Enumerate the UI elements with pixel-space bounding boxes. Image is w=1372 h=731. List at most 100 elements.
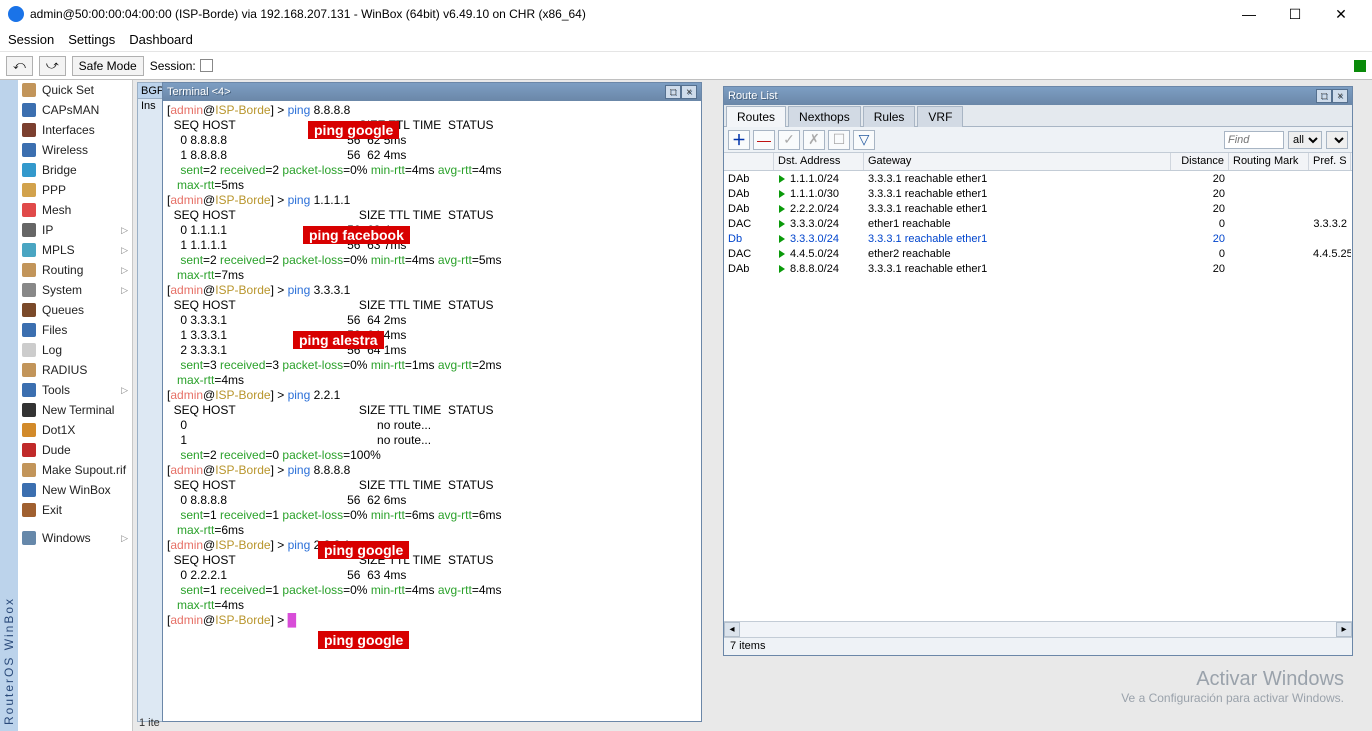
annotation-1: ping google bbox=[308, 121, 399, 139]
session-checkbox[interactable] bbox=[200, 59, 213, 72]
app-icon bbox=[8, 6, 24, 22]
annotation-4: ping google bbox=[318, 541, 409, 559]
nav-item-new-terminal[interactable]: New Terminal bbox=[18, 400, 132, 420]
minimize-button[interactable]: — bbox=[1226, 0, 1272, 28]
nav-icon bbox=[22, 383, 36, 397]
routelist-min-button[interactable]: □ bbox=[1316, 89, 1332, 103]
add-button[interactable]: ＋ bbox=[728, 130, 750, 150]
status-square bbox=[1354, 60, 1366, 72]
nav-item-radius[interactable]: RADIUS bbox=[18, 360, 132, 380]
find-input[interactable] bbox=[1224, 131, 1284, 149]
filter-scope-select[interactable]: ▾ bbox=[1326, 131, 1348, 149]
col-dist[interactable]: Distance bbox=[1171, 153, 1229, 170]
remove-button[interactable]: — bbox=[753, 130, 775, 150]
routelist-close-button[interactable]: × bbox=[1332, 89, 1348, 103]
route-row[interactable]: DAb2.2.2.0/243.3.3.1 reachable ether120 bbox=[724, 201, 1352, 216]
terminal-text[interactable]: [admin@ISP-Borde] > ping 8.8.8.8 SEQ HOS… bbox=[163, 101, 701, 630]
maximize-button[interactable]: ☐ bbox=[1272, 0, 1318, 28]
nav-icon bbox=[22, 103, 36, 117]
nav-item-queues[interactable]: Queues bbox=[18, 300, 132, 320]
nav-item-new-winbox[interactable]: New WinBox bbox=[18, 480, 132, 500]
filter-select[interactable]: all bbox=[1288, 131, 1322, 149]
titlebar: admin@50:00:00:04:00:00 (ISP-Borde) via … bbox=[0, 0, 1372, 28]
undo-button[interactable]: ⤺ bbox=[6, 56, 33, 76]
terminal-body[interactable]: [admin@ISP-Borde] > ping 8.8.8.8 SEQ HOS… bbox=[163, 101, 701, 721]
nav-icon bbox=[22, 143, 36, 157]
safemode-button[interactable]: Safe Mode bbox=[72, 56, 144, 76]
nav-item-windows[interactable]: Windows▷ bbox=[18, 528, 132, 548]
terminal-window[interactable]: Terminal <4> □ × [admin@ISP-Borde] > pin… bbox=[162, 82, 702, 722]
nav-icon bbox=[22, 483, 36, 497]
nav-item-log[interactable]: Log bbox=[18, 340, 132, 360]
menu-settings[interactable]: Settings bbox=[68, 32, 115, 47]
close-button[interactable]: ✕ bbox=[1318, 0, 1364, 28]
col-dst[interactable]: Dst. Address bbox=[774, 153, 864, 170]
scroll-left[interactable]: ◂ bbox=[724, 622, 740, 637]
nav-item-tools[interactable]: Tools▷ bbox=[18, 380, 132, 400]
nav-item-dot1x[interactable]: Dot1X bbox=[18, 420, 132, 440]
filter-button[interactable]: ▽ bbox=[853, 130, 875, 150]
routelist-titlebar[interactable]: Route List □ × bbox=[724, 87, 1352, 105]
nav-icon bbox=[22, 443, 36, 457]
tab-routes[interactable]: Routes bbox=[726, 106, 786, 127]
nav-item-bridge[interactable]: Bridge bbox=[18, 160, 132, 180]
bgp-window-title: BGP bbox=[138, 83, 162, 99]
routelist-tabs: RoutesNexthopsRulesVRF bbox=[724, 105, 1352, 127]
nav-item-dude[interactable]: Dude bbox=[18, 440, 132, 460]
nav-item-mpls[interactable]: MPLS▷ bbox=[18, 240, 132, 260]
nav-item-ip[interactable]: IP▷ bbox=[18, 220, 132, 240]
submenu-arrow-icon: ▷ bbox=[121, 385, 128, 396]
tab-vrf[interactable]: VRF bbox=[917, 106, 963, 127]
session-indicator: Session: bbox=[150, 59, 213, 73]
nav-icon bbox=[22, 243, 36, 257]
route-row[interactable]: DAC3.3.3.0/24ether1 reachable03.3.3.2 bbox=[724, 216, 1352, 231]
nav-item-exit[interactable]: Exit bbox=[18, 500, 132, 520]
route-row[interactable]: Db3.3.3.0/243.3.3.1 reachable ether120 bbox=[724, 231, 1352, 246]
bgp-window[interactable]: BGP Ins bbox=[137, 82, 163, 722]
nav-icon bbox=[22, 531, 36, 545]
route-row[interactable]: DAb1.1.1.0/243.3.3.1 reachable ether120 bbox=[724, 171, 1352, 186]
nav-item-quick-set[interactable]: Quick Set bbox=[18, 80, 132, 100]
terminal-min-button[interactable]: □ bbox=[665, 85, 681, 99]
nav-item-capsman[interactable]: CAPsMAN bbox=[18, 100, 132, 120]
nav-item-routing[interactable]: Routing▷ bbox=[18, 260, 132, 280]
submenu-arrow-icon: ▷ bbox=[121, 533, 128, 544]
enable-button[interactable]: ✓ bbox=[778, 130, 800, 150]
nav-item-wireless[interactable]: Wireless bbox=[18, 140, 132, 160]
nav-item-make-supout-rif[interactable]: Make Supout.rif bbox=[18, 460, 132, 480]
annotation-3: ping alestra bbox=[293, 331, 384, 349]
route-row[interactable]: DAb1.1.1.0/303.3.3.1 reachable ether120 bbox=[724, 186, 1352, 201]
statusbar: 1 ite bbox=[135, 715, 164, 731]
scroll-right[interactable]: ▸ bbox=[1336, 622, 1352, 637]
routelist-grid[interactable]: Dst. Address Gateway Distance Routing Ma… bbox=[724, 153, 1352, 621]
col-gw[interactable]: Gateway bbox=[864, 153, 1171, 170]
nav-icon bbox=[22, 323, 36, 337]
col-rm[interactable]: Routing Mark bbox=[1229, 153, 1309, 170]
col-ps[interactable]: Pref. S bbox=[1309, 153, 1351, 170]
route-row[interactable]: DAb8.8.8.0/243.3.3.1 reachable ether120 bbox=[724, 261, 1352, 276]
routelist-window[interactable]: Route List □ × RoutesNexthopsRulesVRF ＋ … bbox=[723, 86, 1353, 656]
nav-item-mesh[interactable]: Mesh bbox=[18, 200, 132, 220]
routelist-hscroll[interactable]: ◂ ▸ bbox=[724, 621, 1352, 637]
disable-button[interactable]: ✗ bbox=[803, 130, 825, 150]
nav-icon bbox=[22, 303, 36, 317]
terminal-titlebar[interactable]: Terminal <4> □ × bbox=[163, 83, 701, 101]
routelist-toolbar: ＋ — ✓ ✗ ☐ ▽ all ▾ bbox=[724, 127, 1352, 153]
nav-item-interfaces[interactable]: Interfaces bbox=[18, 120, 132, 140]
nav-item-system[interactable]: System▷ bbox=[18, 280, 132, 300]
nav-icon bbox=[22, 83, 36, 97]
terminal-close-button[interactable]: × bbox=[681, 85, 697, 99]
mdi-area: BGP Ins Terminal <4> □ × [admin@ISP-Bord… bbox=[133, 80, 1372, 731]
nav-item-ppp[interactable]: PPP bbox=[18, 180, 132, 200]
terminal-title: Terminal <4> bbox=[167, 86, 231, 98]
tab-rules[interactable]: Rules bbox=[863, 106, 916, 127]
comment-button[interactable]: ☐ bbox=[828, 130, 850, 150]
route-row[interactable]: DAC4.4.5.0/24ether2 reachable04.4.5.254 bbox=[724, 246, 1352, 261]
redo-button[interactable]: ⤻ bbox=[39, 56, 66, 76]
nav-item-files[interactable]: Files bbox=[18, 320, 132, 340]
submenu-arrow-icon: ▷ bbox=[121, 265, 128, 276]
nav-icon bbox=[22, 463, 36, 477]
menu-session[interactable]: Session bbox=[8, 32, 54, 47]
menu-dashboard[interactable]: Dashboard bbox=[129, 32, 193, 47]
tab-nexthops[interactable]: Nexthops bbox=[788, 106, 861, 127]
